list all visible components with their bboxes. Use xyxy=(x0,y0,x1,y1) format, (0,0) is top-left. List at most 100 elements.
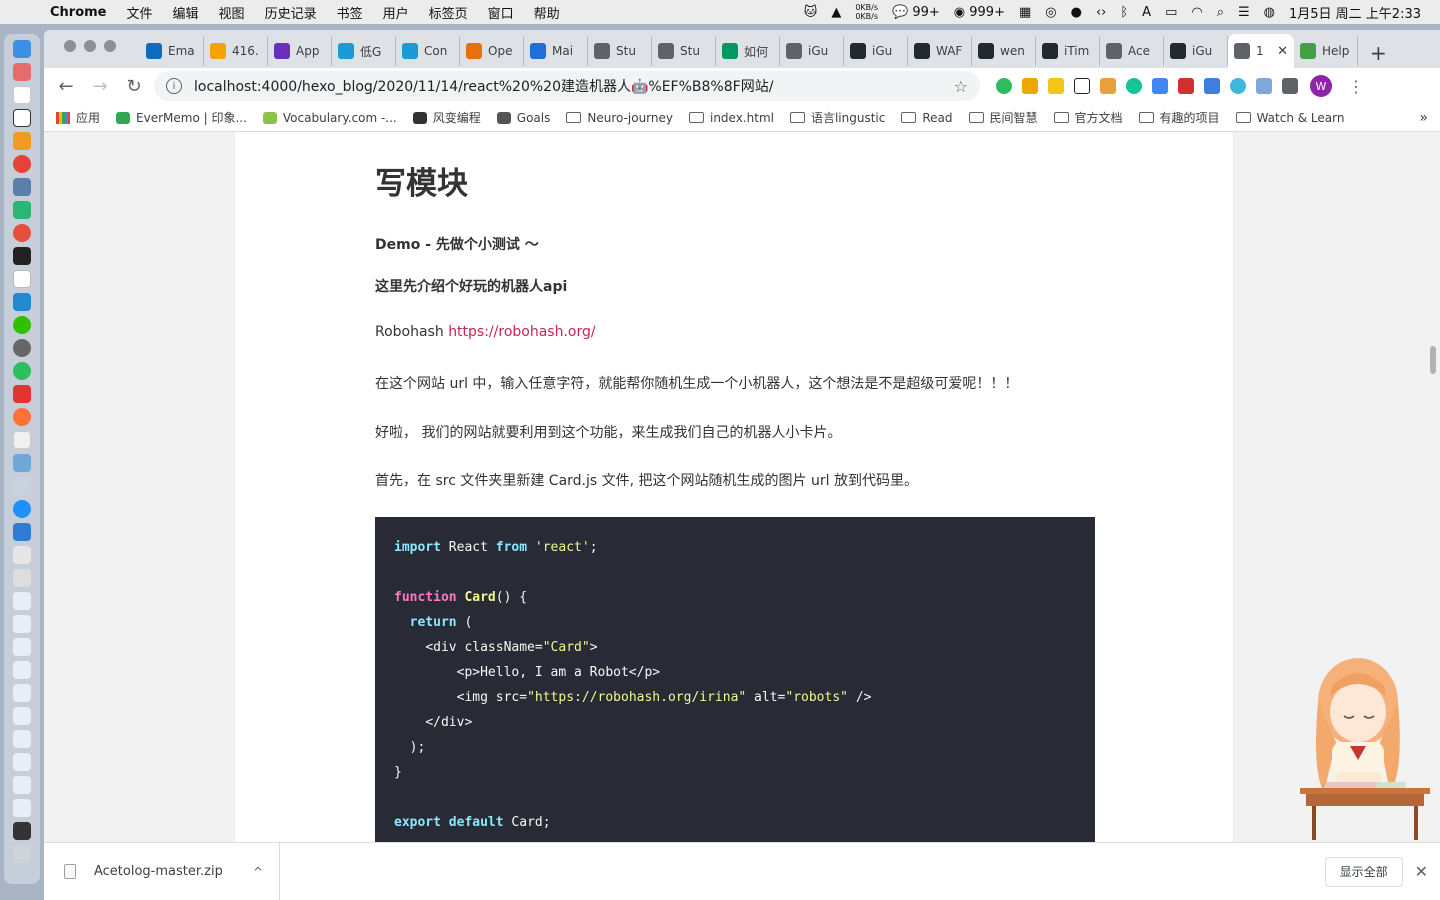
new-tab-button[interactable]: + xyxy=(1358,38,1399,68)
clock[interactable]: 1月5日 周二 上午2:33 xyxy=(1282,3,1428,22)
badge-icon[interactable]: ◉ 999+ xyxy=(947,5,1012,20)
tab[interactable]: 低G xyxy=(332,36,396,66)
app-icon[interactable] xyxy=(13,339,31,357)
m-extension-icon[interactable] xyxy=(1048,78,1064,94)
tab[interactable]: Ace xyxy=(1100,36,1164,66)
tab[interactable]: Con xyxy=(396,36,460,66)
input-method-icon[interactable]: A xyxy=(1135,5,1158,20)
screen-icon[interactable] xyxy=(13,822,31,840)
bookmark-folder[interactable]: Neuro-journey xyxy=(566,111,673,125)
bookmark-folder[interactable]: 有趣的项目 xyxy=(1138,109,1220,126)
battery-icon[interactable]: ▭ xyxy=(1158,5,1184,20)
tab-active[interactable]: 1 ✕ xyxy=(1228,34,1294,68)
notion-icon[interactable] xyxy=(13,109,31,127)
tab[interactable]: Mai xyxy=(524,36,588,66)
bookmark-folder[interactable]: index.html xyxy=(688,111,774,125)
tab[interactable]: iGu xyxy=(844,36,908,66)
forward-button[interactable]: → xyxy=(86,72,114,100)
document-icon[interactable] xyxy=(13,569,31,587)
xmind-icon[interactable] xyxy=(13,385,31,403)
document-icon[interactable] xyxy=(13,615,31,633)
tab[interactable]: iGu xyxy=(780,36,844,66)
menu-history[interactable]: 历史记录 xyxy=(255,3,327,22)
app-icon[interactable] xyxy=(13,477,31,495)
menu-people[interactable]: 用户 xyxy=(373,3,419,22)
document-icon[interactable] xyxy=(13,638,31,656)
address-bar[interactable]: i localhost:4000/hexo_blog/2020/11/14/re… xyxy=(154,71,980,101)
menu-file[interactable]: 文件 xyxy=(117,3,163,22)
bowler-hat-icon[interactable]: ● xyxy=(1064,5,1089,20)
control-center-icon[interactable]: ☰ xyxy=(1231,5,1257,20)
evernote-icon[interactable] xyxy=(13,362,31,380)
tab[interactable]: Help xyxy=(1294,36,1358,66)
document-icon[interactable] xyxy=(13,799,31,817)
menu-edit[interactable]: 编辑 xyxy=(163,3,209,22)
wifi-icon[interactable]: ◠ xyxy=(1184,5,1209,20)
bookmarks-overflow-icon[interactable]: » xyxy=(1419,110,1428,126)
site-info-icon[interactable]: i xyxy=(166,78,182,94)
pencil-icon[interactable] xyxy=(13,431,31,449)
app-icon[interactable] xyxy=(13,201,31,219)
minimize-window-button[interactable] xyxy=(84,40,96,52)
close-download-bar-icon[interactable]: ✕ xyxy=(1415,862,1428,881)
bluetooth-icon[interactable]: ᛒ xyxy=(1113,5,1135,20)
document-icon[interactable] xyxy=(13,684,31,702)
zoom-window-button[interactable] xyxy=(104,40,116,52)
notes-icon[interactable] xyxy=(13,86,31,104)
bookmark-folder[interactable]: 民间智慧 xyxy=(968,109,1038,126)
translate-extension-icon[interactable] xyxy=(1152,78,1168,94)
document-icon[interactable] xyxy=(13,776,31,794)
launchpad-icon[interactable] xyxy=(13,63,31,81)
chevron-up-icon[interactable]: ^ xyxy=(253,865,263,879)
tab[interactable]: 416. xyxy=(204,36,268,66)
menu-bookmarks[interactable]: 书签 xyxy=(327,3,373,22)
bookmark-item[interactable]: 应用 xyxy=(56,109,100,126)
wechat-icon[interactable]: 💬 99+ xyxy=(885,5,947,20)
document-icon[interactable] xyxy=(13,753,31,771)
app-icon[interactable] xyxy=(13,178,31,196)
close-tab-icon[interactable]: ✕ xyxy=(1277,44,1288,59)
bookmark-star-icon[interactable]: ☆ xyxy=(954,77,968,96)
document-icon[interactable] xyxy=(13,730,31,748)
menu-help[interactable]: 帮助 xyxy=(524,3,570,22)
siri-icon[interactable]: ◍ xyxy=(1257,5,1282,20)
tab[interactable]: App xyxy=(268,36,332,66)
terminal-icon[interactable] xyxy=(13,247,31,265)
url-text[interactable]: localhost:4000/hexo_blog/2020/11/14/reac… xyxy=(194,76,954,96)
trash-icon[interactable] xyxy=(13,845,31,863)
extension-icon[interactable] xyxy=(1256,78,1272,94)
tab[interactable]: iGu xyxy=(1164,36,1228,66)
bookmark-folder[interactable]: 语言lingustic xyxy=(789,109,885,126)
robohash-link[interactable]: https://robohash.org/ xyxy=(448,324,595,340)
creative-cloud-icon[interactable]: ◎ xyxy=(1038,5,1063,20)
bookmark-item[interactable]: Vocabulary.com -... xyxy=(262,111,397,125)
firefox-icon[interactable] xyxy=(13,408,31,426)
tab[interactable]: Stu xyxy=(588,36,652,66)
profile-avatar[interactable]: W xyxy=(1310,75,1332,97)
grid-icon[interactable]: ▦ xyxy=(1012,5,1038,20)
bookmark-item[interactable]: 风变编程 xyxy=(412,109,481,126)
typora-icon[interactable] xyxy=(13,270,31,288)
bookmark-item[interactable]: Goals xyxy=(496,111,550,125)
vscode-icon[interactable] xyxy=(13,293,31,311)
xcode-icon[interactable] xyxy=(13,523,31,541)
menu-tab[interactable]: 标签页 xyxy=(419,3,478,22)
tab[interactable]: Stu xyxy=(652,36,716,66)
document-icon[interactable] xyxy=(13,546,31,564)
tab[interactable]: iTim xyxy=(1036,36,1100,66)
app-icon[interactable] xyxy=(13,224,31,242)
bookmark-folder[interactable]: Watch & Learn xyxy=(1235,111,1344,125)
bookmark-item[interactable]: EverMemo | 印象... xyxy=(116,109,247,126)
menu-window[interactable]: 窗口 xyxy=(478,3,524,22)
document-icon[interactable] xyxy=(13,661,31,679)
sublime-icon[interactable] xyxy=(13,132,31,150)
cat-icon[interactable]: 🐱 xyxy=(797,5,825,20)
document-icon[interactable] xyxy=(13,707,31,725)
code-icon[interactable]: ‹› xyxy=(1089,5,1113,20)
page-scrollbar[interactable] xyxy=(1430,346,1436,374)
pdf-extension-icon[interactable] xyxy=(1178,78,1194,94)
tab[interactable]: WAF xyxy=(908,36,972,66)
preview-icon[interactable] xyxy=(13,454,31,472)
finder-icon[interactable] xyxy=(13,40,31,58)
tab[interactable]: Ema xyxy=(140,36,204,66)
